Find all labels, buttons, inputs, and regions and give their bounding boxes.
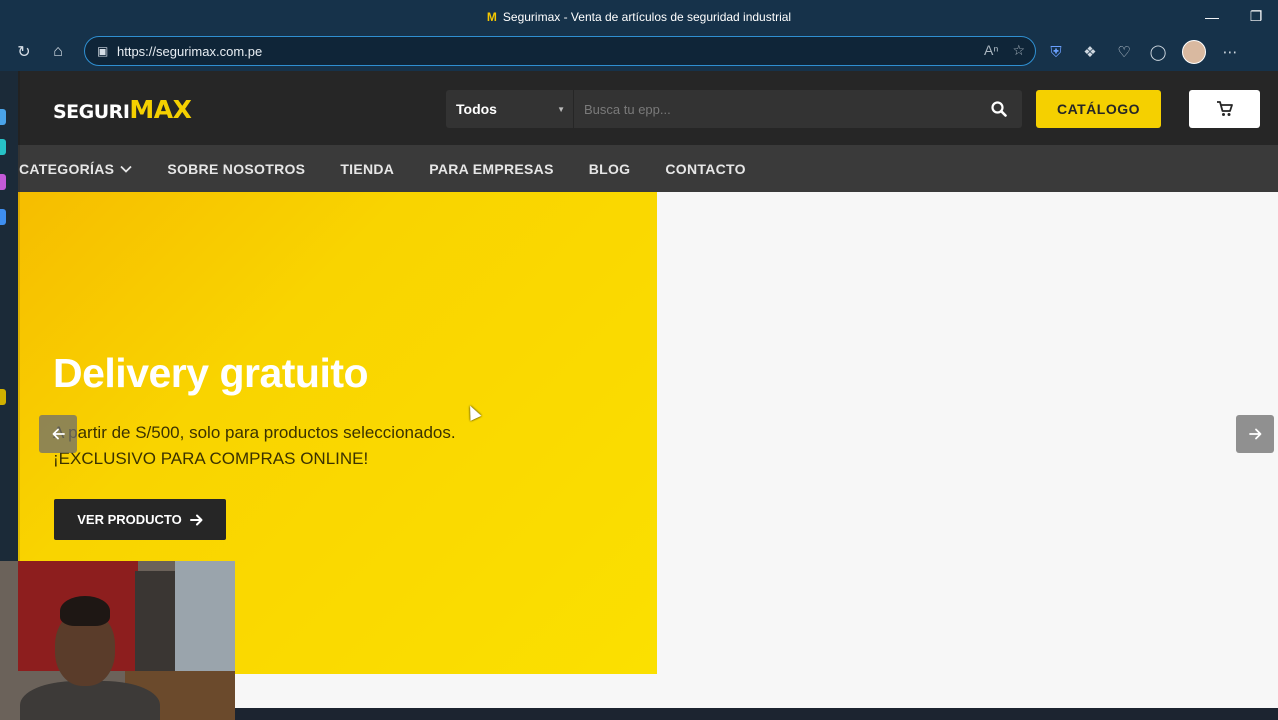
nav-item-para-empresas[interactable]: PARA EMPRESAS [429, 161, 553, 177]
home-icon[interactable]: ⌂ [41, 35, 75, 69]
arrow-left-icon [52, 428, 65, 440]
address-url[interactable]: https://segurimax.com.pe [117, 44, 262, 59]
category-select-value: Todos [456, 101, 497, 117]
health-extension-icon[interactable]: ♡ [1114, 43, 1134, 61]
browser-essentials-icon[interactable]: ◯ [1148, 43, 1168, 61]
minimize-icon[interactable]: — [1190, 0, 1234, 33]
puzzle-extension-icon[interactable]: ❖ [1080, 43, 1100, 61]
address-bar[interactable]: ▣ https://segurimax.com.pe Aⁿ ☆ [84, 36, 1036, 66]
arrow-right-icon [189, 514, 203, 525]
nav-item-label: CATEGORÍAS [19, 160, 115, 177]
logo-part-2: MAX [129, 95, 192, 124]
nav-item-sobre-nosotros[interactable]: SOBRE NOSOTROS [167, 161, 305, 177]
sidebar-app-icon[interactable] [0, 174, 6, 190]
view-product-label: VER PRODUCTO [77, 512, 182, 527]
restore-icon[interactable]: ❐ [1234, 0, 1278, 33]
sidebar-app-icon[interactable] [0, 109, 6, 125]
sidebar-app-icon[interactable] [0, 139, 6, 155]
favorite-star-icon[interactable]: ☆ [1012, 42, 1025, 59]
category-select[interactable]: Todos ▼ [446, 90, 574, 128]
site-favicon-icon: M [486, 9, 497, 24]
webcam-shelf [135, 571, 175, 671]
site-header: SEGURIMAX Todos ▼ CATÁLOGO [18, 71, 1278, 145]
reload-icon[interactable]: ↻ [7, 35, 41, 69]
hero-image-area [657, 192, 1278, 674]
read-aloud-icon[interactable]: Aⁿ [984, 42, 998, 59]
slider-next-button[interactable] [1236, 415, 1274, 453]
extensions-area: ⛨ ❖ ♡ ◯ ⋯ [1046, 33, 1240, 71]
search-icon [991, 101, 1007, 117]
slider-prev-button[interactable] [39, 415, 77, 453]
webcam-person-hair [60, 596, 110, 626]
window-controls: — ❐ [1190, 0, 1278, 33]
sidebar-app-icon[interactable] [0, 389, 6, 405]
shield-extension-icon[interactable]: ⛨ [1046, 44, 1066, 61]
chevron-down-icon [120, 165, 132, 173]
address-bar-icons: Aⁿ ☆ [984, 42, 1025, 59]
cart-icon [1216, 101, 1233, 116]
site-logo[interactable]: SEGURIMAX [53, 95, 192, 124]
more-options-icon[interactable]: ⋯ [1220, 43, 1240, 61]
catalog-button[interactable]: CATÁLOGO [1036, 90, 1161, 128]
search-input[interactable] [574, 90, 976, 128]
webcam-window [175, 561, 235, 681]
logo-part-1: SEGURI [53, 101, 130, 123]
profile-avatar[interactable] [1182, 40, 1206, 64]
window-title: Segurimax - Venta de artículos de seguri… [502, 9, 792, 24]
search-button[interactable] [976, 90, 1022, 128]
site-info-icon[interactable]: ▣ [97, 44, 117, 58]
nav-item-blog[interactable]: BLOG [589, 161, 631, 177]
sidebar-app-icon[interactable] [0, 209, 6, 225]
search-bar: Todos ▼ [446, 90, 1022, 128]
view-product-button[interactable]: VER PRODUCTO [54, 499, 226, 540]
hero-subtitle-line-1: A partir de S/500, solo para productos s… [53, 423, 456, 442]
window-title-group: M Segurimax - Venta de artículos de segu… [487, 10, 791, 24]
webcam-person-body [20, 681, 160, 720]
cart-button[interactable] [1189, 90, 1260, 128]
nav-item-contacto[interactable]: CONTACTO [665, 161, 745, 177]
arrow-right-icon [1248, 428, 1261, 440]
hero-subtitle-line-2: ¡EXCLUSIVO PARA COMPRAS ONLINE! [53, 449, 369, 468]
nav-item-tienda[interactable]: TIENDA [340, 161, 394, 177]
browser-toolbar: ↻ ⌂ ▣ https://segurimax.com.pe Aⁿ ☆ ⛨ ❖ … [0, 33, 1278, 71]
window-titlebar: M Segurimax - Venta de artículos de segu… [0, 0, 1278, 33]
nav-item-categorias[interactable]: CATEGORÍAS [19, 161, 132, 177]
hero-title: Delivery gratuito [53, 350, 369, 396]
screen: M Segurimax - Venta de artículos de segu… [0, 0, 1278, 720]
os-taskbar [235, 708, 1278, 720]
webcam-overlay [0, 561, 235, 720]
main-navigation: CATEGORÍAS SOBRE NOSOTROS TIENDA PARA EM… [18, 145, 1278, 192]
chevron-down-icon: ▼ [557, 104, 565, 114]
hero-subtitle: A partir de S/500, solo para productos s… [53, 420, 456, 472]
